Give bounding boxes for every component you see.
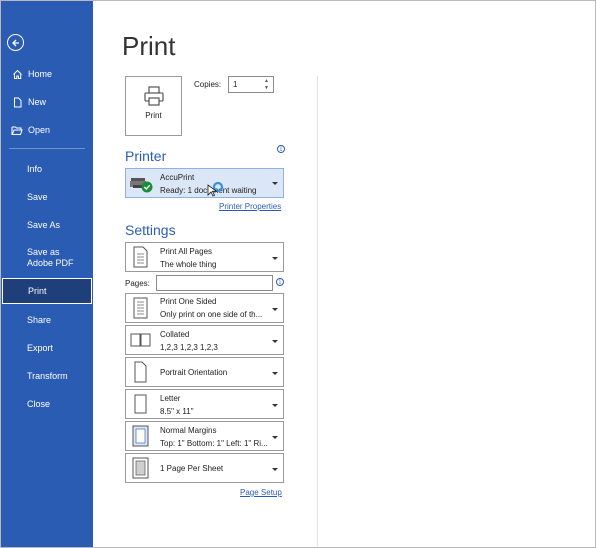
portrait-page-icon [134,361,147,383]
sidebar-item-label: New [28,96,47,107]
sidebar-item-print[interactable]: Print [2,278,92,304]
sidebar-divider [9,148,85,149]
chevron-down-icon [272,372,278,375]
collated-pages-icon [130,333,151,347]
printer-ready-icon [130,178,153,193]
copies-stepper[interactable]: 1 ▲ ▼ [228,76,274,93]
sidebar-item-label: Close [27,398,51,409]
dropdown-line2: The whole thing [160,260,217,269]
sidebar-item-transform[interactable]: Transform [1,363,93,389]
print-pages-dropdown[interactable]: Print All Pages The whole thing [125,242,284,272]
pages-label: Pages: [125,279,150,288]
printer-icon [143,86,164,106]
sidebar-item-info[interactable]: Info [1,156,93,182]
page-title: Print [122,31,176,61]
print-button[interactable]: Print [125,76,182,136]
sidebar-item-close[interactable]: Close [1,391,93,417]
sidebar-item-label: Save As [27,219,61,230]
margins-dropdown[interactable]: Normal Margins Top: 1" Bottom: 1" Left: … [125,421,284,451]
printer-name: AccuPrint [160,173,195,182]
paper-size-icon [134,394,147,414]
sidebar-item-save-as[interactable]: Save As [1,212,93,238]
dropdown-line1: 1 Page Per Sheet [160,464,224,473]
new-document-icon [11,96,23,108]
sidebar-item-label: Save [27,191,48,202]
copies-spinner[interactable]: ▲ ▼ [264,78,271,91]
settings-section-title: Settings [125,222,176,238]
backstage-sidebar: Home New Open Info Save Save As Save as … [1,1,93,547]
chevron-down-icon [272,182,278,185]
printer-select[interactable]: AccuPrint Ready: 1 document waiting [125,168,284,198]
margins-icon [132,425,149,447]
dropdown-line1: Print All Pages [160,247,213,256]
sidebar-item-label: Export [27,342,54,353]
chevron-down-icon [272,436,278,439]
arrow-left-icon [11,39,19,46]
preview-divider [317,76,318,546]
sidebar-item-label: Open [28,124,51,135]
dropdown-line1: Collated [160,330,190,339]
dropdown-line2: Top: 1" Bottom: 1" Left: 1" Ri... [160,439,268,448]
home-icon [11,68,23,80]
document-pages-icon [133,246,148,268]
chevron-down-icon[interactable]: ▼ [264,85,271,91]
pages-input[interactable] [156,275,273,291]
chevron-down-icon [272,340,278,343]
printer-properties-link[interactable]: Printer Properties [219,202,281,211]
one-sided-page-icon [133,297,148,319]
info-icon[interactable]: i [277,145,285,153]
orientation-dropdown[interactable]: Portrait Orientation [125,357,284,387]
sidebar-item-label: Info [27,163,43,174]
sides-dropdown[interactable]: Print One Sided Only print on one side o… [125,293,284,323]
chevron-down-icon [272,468,278,471]
info-icon[interactable]: i [276,278,284,286]
sidebar-item-open[interactable]: Open [1,117,93,143]
mouse-cursor-icon [207,181,224,197]
dropdown-line1: Normal Margins [160,426,217,435]
collation-dropdown[interactable]: Collated 1,2,3 1,2,3 1,2,3 [125,325,284,355]
dropdown-line1: Print One Sided [160,297,217,306]
sidebar-item-label: Transform [27,370,68,381]
sidebar-item-label: Print [28,285,47,296]
page-setup-link[interactable]: Page Setup [240,488,282,497]
back-button[interactable] [7,34,24,51]
dropdown-line1: Letter [160,394,181,403]
printer-section-title: Printer [125,148,167,164]
sidebar-item-save-as-adobe-pdf[interactable]: Save as Adobe PDF [1,242,93,274]
print-button-label: Print [145,111,162,120]
chevron-down-icon [272,308,278,311]
dropdown-line1: Portrait Orientation [160,368,228,377]
folder-open-icon [11,124,23,136]
chevron-up-icon[interactable]: ▲ [264,78,271,84]
paper-size-dropdown[interactable]: Letter 8.5" x 11" [125,389,284,419]
sidebar-item-export[interactable]: Export [1,335,93,361]
sidebar-item-save[interactable]: Save [1,184,93,210]
copies-label: Copies: [194,80,222,89]
dropdown-line2: 1,2,3 1,2,3 1,2,3 [160,343,218,352]
sidebar-item-share[interactable]: Share [1,307,93,333]
chevron-down-icon [272,404,278,407]
sidebar-item-label: Home [28,68,53,79]
sidebar-item-home[interactable]: Home [1,61,93,87]
sidebar-item-new[interactable]: New [1,89,93,115]
dropdown-line2: Only print on one side of th... [160,310,263,319]
pages-per-sheet-dropdown[interactable]: 1 Page Per Sheet [125,453,284,483]
sidebar-item-label: Save as Adobe PDF [27,247,74,268]
sidebar-item-label: Share [27,314,52,325]
chevron-down-icon [272,257,278,260]
dropdown-line2: 8.5" x 11" [160,407,194,416]
copies-value: 1 [233,80,238,89]
page-per-sheet-icon [132,457,149,479]
